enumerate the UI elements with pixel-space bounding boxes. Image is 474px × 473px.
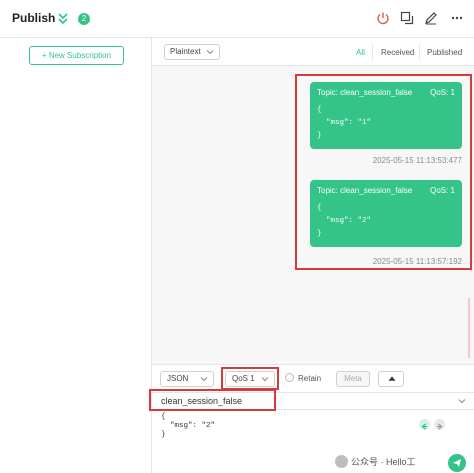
chevron-double-down-icon[interactable] bbox=[57, 11, 69, 25]
payload-format-value: JSON bbox=[167, 374, 189, 383]
qos-highlight-box bbox=[221, 367, 279, 390]
wechat-logo-icon bbox=[335, 455, 348, 468]
scrollbar[interactable] bbox=[468, 298, 470, 358]
topic-highlight-box bbox=[149, 389, 276, 411]
subscriptions-sidebar: + New Subscription bbox=[0, 38, 152, 473]
more-icon[interactable] bbox=[450, 11, 464, 25]
chevron-down-icon[interactable] bbox=[458, 397, 466, 405]
filter-all-tab[interactable]: All bbox=[356, 48, 365, 57]
message-toolbar: Plaintext All Received Published bbox=[152, 38, 474, 66]
filter-divider bbox=[419, 44, 420, 60]
messages-highlight-box bbox=[295, 74, 472, 270]
send-button[interactable] bbox=[448, 454, 466, 472]
page-title: Publish bbox=[12, 11, 56, 25]
message-panel: Plaintext All Received Published Topic: … bbox=[149, 38, 474, 473]
next-message-button[interactable] bbox=[434, 419, 445, 430]
watermark-text: 公众号 · Hello工 bbox=[351, 457, 416, 467]
power-icon[interactable] bbox=[376, 11, 390, 25]
retain-label: Retain bbox=[298, 374, 322, 383]
connection-count-badge: 2 bbox=[78, 13, 90, 25]
arrow-right-icon bbox=[437, 423, 443, 430]
watermark: 公众号 · Hello工 bbox=[335, 455, 416, 468]
header: Publish 2 bbox=[0, 0, 474, 38]
copy-icon[interactable] bbox=[400, 11, 414, 25]
arrow-up-icon bbox=[388, 376, 396, 381]
send-icon bbox=[453, 459, 461, 467]
payload-format-select[interactable]: JSON bbox=[160, 371, 214, 387]
new-subscription-button[interactable]: + New Subscription bbox=[29, 46, 124, 65]
retain-radio[interactable] bbox=[285, 373, 294, 382]
meta-button[interactable]: Meta bbox=[336, 371, 370, 387]
publish-panel: JSON QoS 1 Retain Meta clean_session_fal… bbox=[149, 364, 474, 473]
filter-published-tab[interactable]: Published bbox=[427, 48, 462, 57]
message-format-value: Plaintext bbox=[170, 47, 201, 56]
expand-button[interactable] bbox=[378, 371, 404, 387]
message-format-select[interactable]: Plaintext bbox=[164, 44, 220, 60]
retain-toggle[interactable]: Retain bbox=[285, 373, 321, 383]
edit-icon[interactable] bbox=[424, 11, 438, 25]
filter-received-tab[interactable]: Received bbox=[381, 48, 414, 57]
chevron-down-icon bbox=[200, 377, 208, 382]
payload-editor[interactable]: { "msg": "2" } bbox=[161, 413, 215, 440]
previous-message-button[interactable] bbox=[419, 419, 430, 430]
filter-divider bbox=[372, 44, 373, 60]
arrow-left-icon bbox=[421, 423, 427, 430]
message-list: Topic: clean_session_false QoS: 1 { "msg… bbox=[152, 66, 474, 364]
chevron-down-icon bbox=[206, 50, 214, 55]
